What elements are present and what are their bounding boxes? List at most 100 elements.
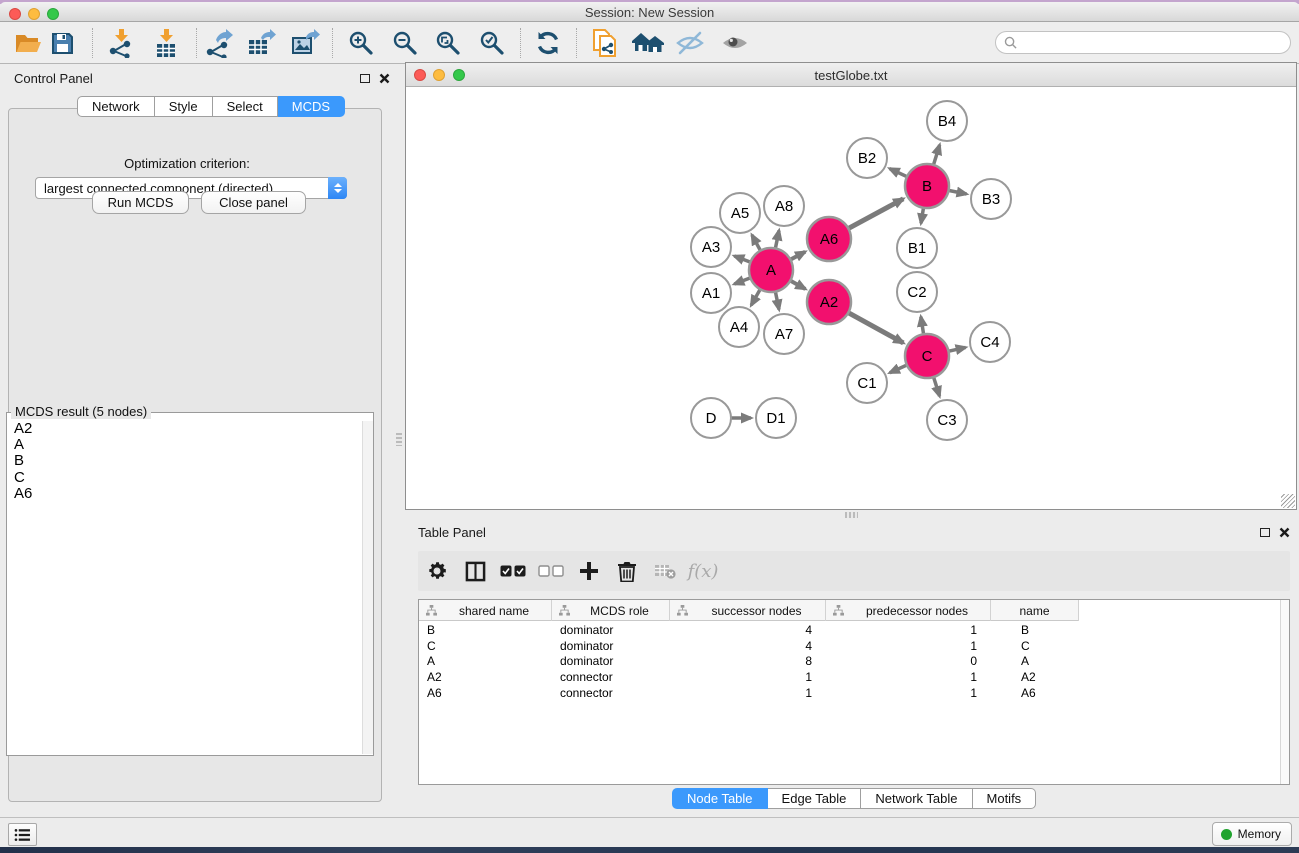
tab-style[interactable]: Style	[155, 96, 213, 117]
graph-edge-C-C3[interactable]	[933, 375, 940, 396]
float-panel-icon[interactable]	[360, 74, 370, 83]
graph-node-D1[interactable]: D1	[756, 398, 796, 438]
tab-network-table[interactable]: Network Table	[861, 788, 972, 809]
delete-columns-trash-icon[interactable]	[608, 552, 646, 590]
tab-motifs[interactable]: Motifs	[973, 788, 1037, 809]
table-cell[interactable]: A2	[419, 670, 552, 684]
table-cell[interactable]: C	[991, 639, 1079, 653]
table-cell[interactable]: dominator	[552, 639, 670, 653]
window-resize-grip[interactable]	[1281, 494, 1295, 508]
tab-select[interactable]: Select	[213, 96, 278, 117]
graph-node-A1[interactable]: A1	[691, 273, 731, 313]
deselect-all-checkboxes-icon[interactable]	[532, 552, 570, 590]
zoom-selected-icon[interactable]	[475, 26, 509, 60]
table-row[interactable]: Cdominator41C	[419, 638, 1289, 654]
open-session-icon[interactable]	[11, 26, 45, 60]
mcds-result-item[interactable]: B	[7, 453, 361, 469]
table-row[interactable]: A2connector11A2	[419, 669, 1289, 685]
mcds-result-item[interactable]: C	[7, 470, 361, 486]
create-column-plus-icon[interactable]	[570, 552, 608, 590]
mcds-result-item[interactable]: A6	[7, 486, 361, 502]
tab-network[interactable]: Network	[77, 96, 155, 117]
show-all-eye-icon[interactable]	[718, 26, 752, 60]
search-input[interactable]	[1017, 34, 1290, 52]
function-builder-icon[interactable]: f(x)	[684, 552, 722, 590]
table-cell[interactable]: connector	[552, 686, 670, 700]
save-session-icon[interactable]	[45, 26, 79, 60]
mcds-result-item[interactable]: A2	[7, 421, 361, 437]
table-row[interactable]: A6connector11A6	[419, 685, 1289, 701]
table-cell[interactable]: 8	[670, 654, 826, 668]
import-network-icon[interactable]	[104, 26, 138, 60]
table-cell[interactable]: A	[419, 654, 552, 668]
table-cell[interactable]: 4	[670, 639, 826, 653]
close-panel-button[interactable]: Close panel	[201, 191, 306, 214]
table-cell[interactable]: dominator	[552, 623, 670, 637]
graph-node-C3[interactable]: C3	[927, 400, 967, 440]
graph-node-A4[interactable]: A4	[719, 307, 759, 347]
graph-node-C[interactable]: C	[905, 334, 949, 378]
graph-node-C4[interactable]: C4	[970, 322, 1010, 362]
mcds-result-item[interactable]: A	[7, 437, 361, 453]
graph-edge-A2-C[interactable]	[847, 312, 904, 343]
graph-edge-A6-B[interactable]	[847, 199, 904, 230]
search-field[interactable]	[995, 31, 1291, 54]
table-cell[interactable]: B	[991, 623, 1079, 637]
graph-node-A6[interactable]: A6	[807, 217, 851, 261]
close-panel-icon[interactable]	[379, 73, 390, 84]
table-cell[interactable]: A2	[991, 670, 1079, 684]
home-layout-icon[interactable]	[631, 26, 665, 60]
zoom-fit-icon[interactable]	[431, 26, 465, 60]
select-all-checkboxes-icon[interactable]	[494, 552, 532, 590]
tab-edge-table[interactable]: Edge Table	[768, 788, 862, 809]
export-table-icon[interactable]	[244, 26, 278, 60]
export-network-icon[interactable]	[202, 26, 236, 60]
table-cell[interactable]: 0	[826, 654, 991, 668]
graph-node-B3[interactable]: B3	[971, 179, 1011, 219]
import-table-icon[interactable]	[149, 26, 183, 60]
memory-button[interactable]: Memory	[1212, 822, 1292, 846]
graph-node-B4[interactable]: B4	[927, 101, 967, 141]
network-window-titlebar[interactable]: testGlobe.txt	[406, 63, 1296, 87]
zoom-out-icon[interactable]	[388, 26, 422, 60]
task-history-list-icon[interactable]	[8, 823, 37, 846]
mcds-result-list[interactable]: A2ABCA6	[7, 421, 361, 755]
graph-node-A5[interactable]: A5	[720, 193, 760, 233]
table-cell[interactable]: B	[419, 623, 552, 637]
mcds-result-scrollbar[interactable]	[362, 421, 373, 754]
table-cell[interactable]: A6	[991, 686, 1079, 700]
graph-node-B2[interactable]: B2	[847, 138, 887, 178]
table-float-panel-icon[interactable]	[1260, 528, 1270, 537]
table-row[interactable]: Adominator80A	[419, 653, 1289, 669]
graph-node-B[interactable]: B	[905, 164, 949, 208]
zoom-in-icon[interactable]	[344, 26, 378, 60]
table-cell[interactable]: 1	[670, 670, 826, 684]
hide-selected-eye-icon[interactable]	[673, 26, 707, 60]
tab-mcds[interactable]: MCDS	[278, 96, 345, 117]
show-column-selector-icon[interactable]	[456, 552, 494, 590]
graph-node-C2[interactable]: C2	[897, 272, 937, 312]
window-titlebar[interactable]: Session: New Session	[0, 2, 1299, 22]
column-header-successor-nodes[interactable]: successor nodes	[670, 600, 826, 621]
table-cell[interactable]: A	[991, 654, 1079, 668]
graph-node-A3[interactable]: A3	[691, 227, 731, 267]
table-row[interactable]: Bdominator41B	[419, 622, 1289, 638]
column-header-predecessor-nodes[interactable]: predecessor nodes	[826, 600, 991, 621]
vertical-split-grip[interactable]	[396, 433, 402, 446]
table-cell[interactable]: 1	[826, 670, 991, 684]
table-cell[interactable]: 1	[670, 686, 826, 700]
table-cell[interactable]: C	[419, 639, 552, 653]
table-cell[interactable]: 1	[826, 639, 991, 653]
table-cell[interactable]: A6	[419, 686, 552, 700]
graph-node-A8[interactable]: A8	[764, 186, 804, 226]
delete-table-icon[interactable]	[646, 552, 684, 590]
refresh-view-icon[interactable]	[531, 26, 565, 60]
graph-node-D[interactable]: D	[691, 398, 731, 438]
graph-node-A2[interactable]: A2	[807, 280, 851, 324]
tab-node-table[interactable]: Node Table	[672, 788, 768, 809]
table-cell[interactable]: 1	[826, 623, 991, 637]
graph-edge-B-B4[interactable]	[933, 145, 940, 167]
graph-node-A[interactable]: A	[749, 248, 793, 292]
network-canvas[interactable]: B4B2BB3A5A8A6A3B1AC2A1A2A4A7C4CC1DD1C3	[406, 88, 1296, 509]
duplicate-network-icon[interactable]	[588, 26, 622, 60]
